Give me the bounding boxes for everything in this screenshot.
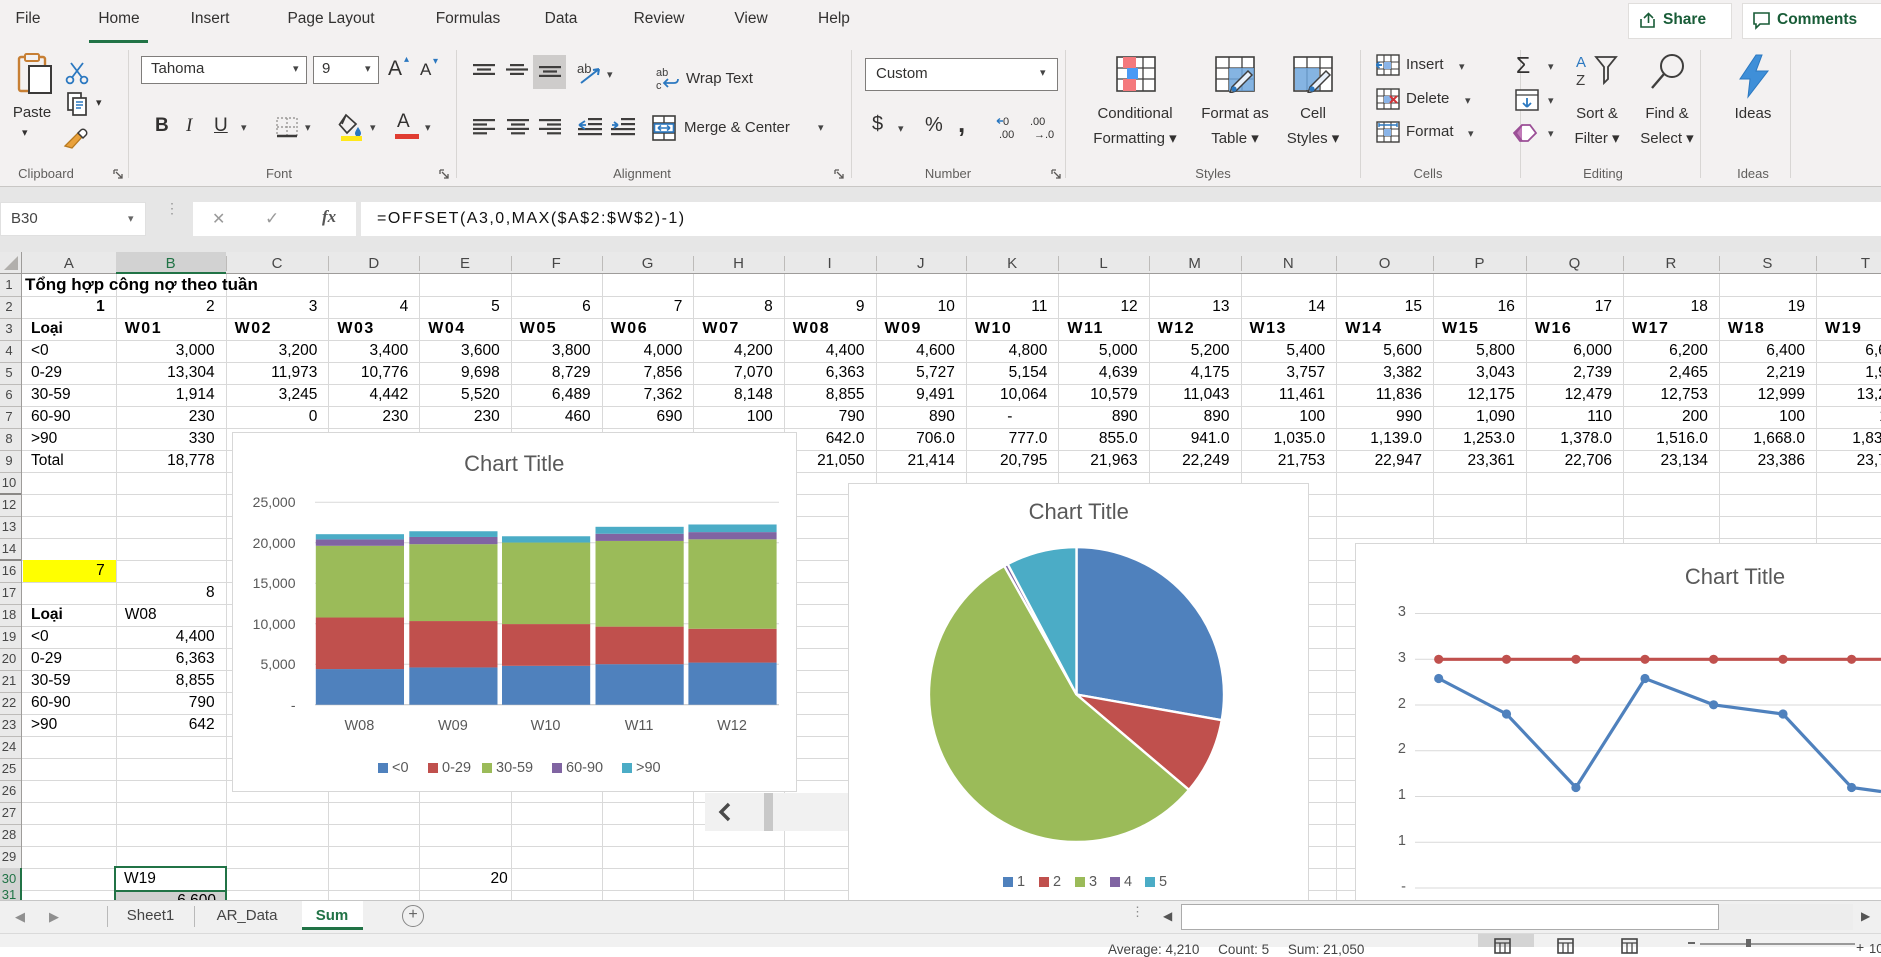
svg-text:→.0: →.0 (1034, 129, 1054, 140)
svg-text:Z: Z (1576, 72, 1585, 87)
svg-text:ab: ab (577, 61, 591, 76)
svg-text:.00: .00 (999, 129, 1014, 140)
svg-text:c: c (656, 80, 662, 92)
svg-text:A: A (1576, 54, 1586, 71)
svg-text:0: 0 (1003, 116, 1009, 128)
svg-text:.00: .00 (1030, 116, 1045, 128)
svg-text:ab: ab (656, 67, 668, 79)
